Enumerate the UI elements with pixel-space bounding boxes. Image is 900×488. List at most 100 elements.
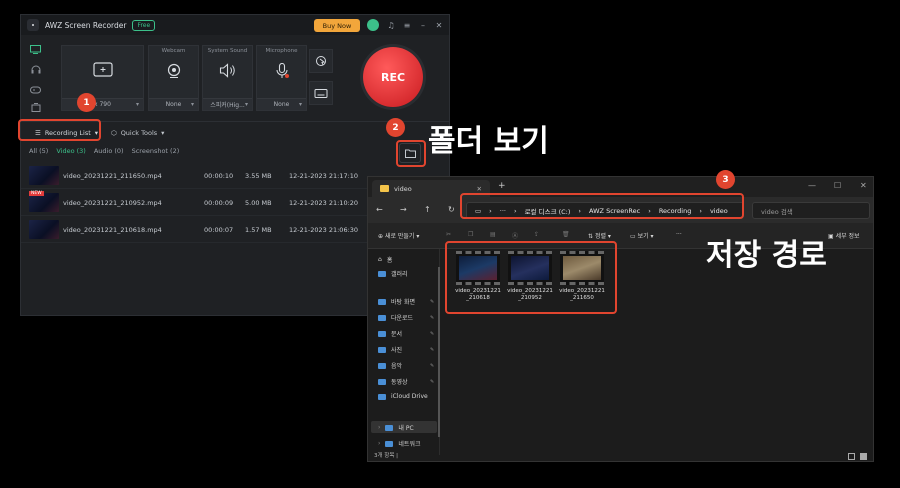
- microphone-select[interactable]: None ▾: [257, 98, 306, 110]
- webcam-icon: [166, 63, 182, 81]
- duration: 00:00:10: [204, 172, 234, 180]
- microphone-label: Microphone: [265, 48, 298, 54]
- step-badge-3: 3: [716, 170, 735, 189]
- close-icon[interactable]: ✕: [433, 19, 445, 31]
- duration: 00:00:09: [204, 199, 234, 207]
- details-button[interactable]: ▣ 세부 정보: [828, 231, 860, 240]
- alarm-icon[interactable]: [29, 101, 42, 114]
- screenshot-stage: AWZ Screen Recorder Free Buy Now ♫ ≡ – ✕: [0, 0, 900, 488]
- up-icon[interactable]: ↑: [424, 205, 431, 214]
- details-view-icon[interactable]: [848, 453, 855, 460]
- cube-icon: ⬡: [111, 129, 117, 137]
- status-bar: 3개 항목 |: [374, 453, 399, 459]
- webcam-select[interactable]: None ▾: [149, 98, 198, 110]
- quick-tools-label: Quick Tools: [120, 129, 158, 137]
- file-size: 3.55 MB: [245, 172, 272, 180]
- nav-videos[interactable]: 동영상 ✎: [378, 377, 434, 386]
- close-icon[interactable]: ✕: [860, 181, 867, 190]
- close-tab-icon[interactable]: ✕: [477, 185, 482, 193]
- maximize-icon[interactable]: ☐: [834, 181, 841, 190]
- system-sound-select[interactable]: 스피커(Hig... ▾: [203, 98, 252, 110]
- buy-now-button[interactable]: Buy Now: [314, 19, 360, 32]
- sort-button[interactable]: ⇅ 정렬 ▾: [588, 231, 611, 240]
- filter-tabs: All (5) Video (3) Audio (0) Screenshot (…: [29, 147, 179, 155]
- app-logo-icon: [27, 19, 39, 31]
- tab-video[interactable]: Video (3): [56, 147, 86, 155]
- highlight-saved-files: [445, 241, 617, 314]
- more-options-button[interactable]: ···: [676, 231, 682, 238]
- minimize-icon[interactable]: –: [417, 19, 429, 31]
- tab-all[interactable]: All (5): [29, 147, 48, 155]
- videos-icon: [378, 378, 386, 385]
- system-sound-label: System Sound: [207, 48, 248, 54]
- gamepad-icon[interactable]: [29, 83, 42, 96]
- nav-home[interactable]: ⌂ 홈: [378, 255, 392, 264]
- scrollbar[interactable]: [438, 267, 440, 437]
- copy-icon[interactable]: ❐: [468, 231, 473, 238]
- screen-size-select[interactable]: x 790 ▾: [62, 98, 143, 110]
- nav-gallery[interactable]: 갤러리: [378, 269, 408, 278]
- nav-this-pc[interactable]: › 내 PC: [378, 423, 414, 432]
- file-size: 1.57 MB: [245, 226, 272, 234]
- system-sound-source-card[interactable]: System Sound 스피커(Hig... ▾: [202, 45, 253, 111]
- delete-icon[interactable]: 🗑: [562, 231, 570, 238]
- nav-network[interactable]: › 네트워크: [378, 439, 421, 448]
- pin-icon: ✎: [430, 362, 435, 369]
- step-badge-2: 2: [386, 118, 405, 137]
- file-size: 5.00 MB: [245, 199, 272, 207]
- paste-icon[interactable]: ▤: [490, 231, 496, 238]
- pin-icon: ✎: [430, 298, 435, 305]
- mode-sidebar: [21, 35, 51, 115]
- share-icon[interactable]: ⇪: [534, 231, 539, 238]
- rec-button[interactable]: REC: [363, 47, 423, 107]
- icloud-icon: [378, 393, 386, 400]
- pc-icon: [385, 424, 394, 431]
- music-icon: [378, 362, 386, 369]
- headphones-icon[interactable]: [29, 63, 42, 76]
- microphone-source-card[interactable]: Microphone None ▾: [256, 45, 307, 111]
- screen-record-icon[interactable]: [29, 43, 42, 56]
- webcam-source-card[interactable]: Webcam None ▾: [148, 45, 199, 111]
- forward-icon[interactable]: →: [400, 205, 407, 214]
- title-bar: AWZ Screen Recorder Free Buy Now ♫ ≡ – ✕: [21, 15, 449, 35]
- back-icon[interactable]: ←: [376, 205, 383, 214]
- bell-icon[interactable]: ♫: [385, 19, 397, 31]
- video-thumbnail: [29, 220, 59, 239]
- tab-title: video: [394, 184, 412, 193]
- highlight-address-path: [460, 193, 744, 219]
- step-badge-1: 1: [77, 93, 96, 112]
- nav-downloads[interactable]: 다운로드 ✎: [378, 313, 434, 322]
- tab-screenshot[interactable]: Screenshot (2): [132, 147, 180, 155]
- nav-music[interactable]: 음악 ✎: [378, 361, 434, 370]
- cursor-effects-button[interactable]: [309, 49, 333, 73]
- search-input[interactable]: video 검색: [752, 202, 870, 219]
- minimize-icon[interactable]: —: [808, 181, 816, 190]
- tiles-view-icon[interactable]: [860, 453, 867, 460]
- rename-icon[interactable]: Ⓐ: [512, 231, 518, 240]
- pin-icon: ✎: [430, 314, 435, 321]
- new-tab-icon[interactable]: +: [498, 181, 506, 191]
- save-path-label: 저장 경로: [706, 238, 827, 273]
- cut-icon[interactable]: ✂: [446, 231, 451, 238]
- keyboard-effects-button[interactable]: [309, 81, 333, 105]
- pin-icon: ✎: [430, 330, 435, 337]
- nav-icloud[interactable]: iCloud Drive: [378, 393, 428, 400]
- new-button[interactable]: ⊕ 새로 만들기 ▾: [378, 231, 419, 240]
- quick-tools-button[interactable]: ⬡ Quick Tools ▾: [111, 126, 164, 140]
- menu-icon[interactable]: ≡: [401, 19, 413, 31]
- duration: 00:00:07: [204, 226, 234, 234]
- view-button[interactable]: ▭ 보기 ▾: [630, 231, 654, 240]
- gallery-icon: [378, 270, 386, 277]
- screen-area-icon: [92, 62, 113, 80]
- nav-documents[interactable]: 문서 ✎: [378, 329, 434, 338]
- screen-source-card[interactable]: x 790 ▾: [61, 45, 144, 111]
- desktop-icon: [378, 298, 386, 305]
- user-avatar[interactable]: [367, 19, 379, 31]
- webcam-label: Webcam: [161, 48, 186, 54]
- pictures-icon: [378, 346, 386, 353]
- tab-audio[interactable]: Audio (0): [94, 147, 124, 155]
- downloads-icon: [378, 314, 386, 321]
- nav-desktop[interactable]: 바탕 화면 ✎: [378, 297, 434, 306]
- refresh-icon[interactable]: ↻: [448, 205, 455, 214]
- nav-pictures[interactable]: 사진 ✎: [378, 345, 434, 354]
